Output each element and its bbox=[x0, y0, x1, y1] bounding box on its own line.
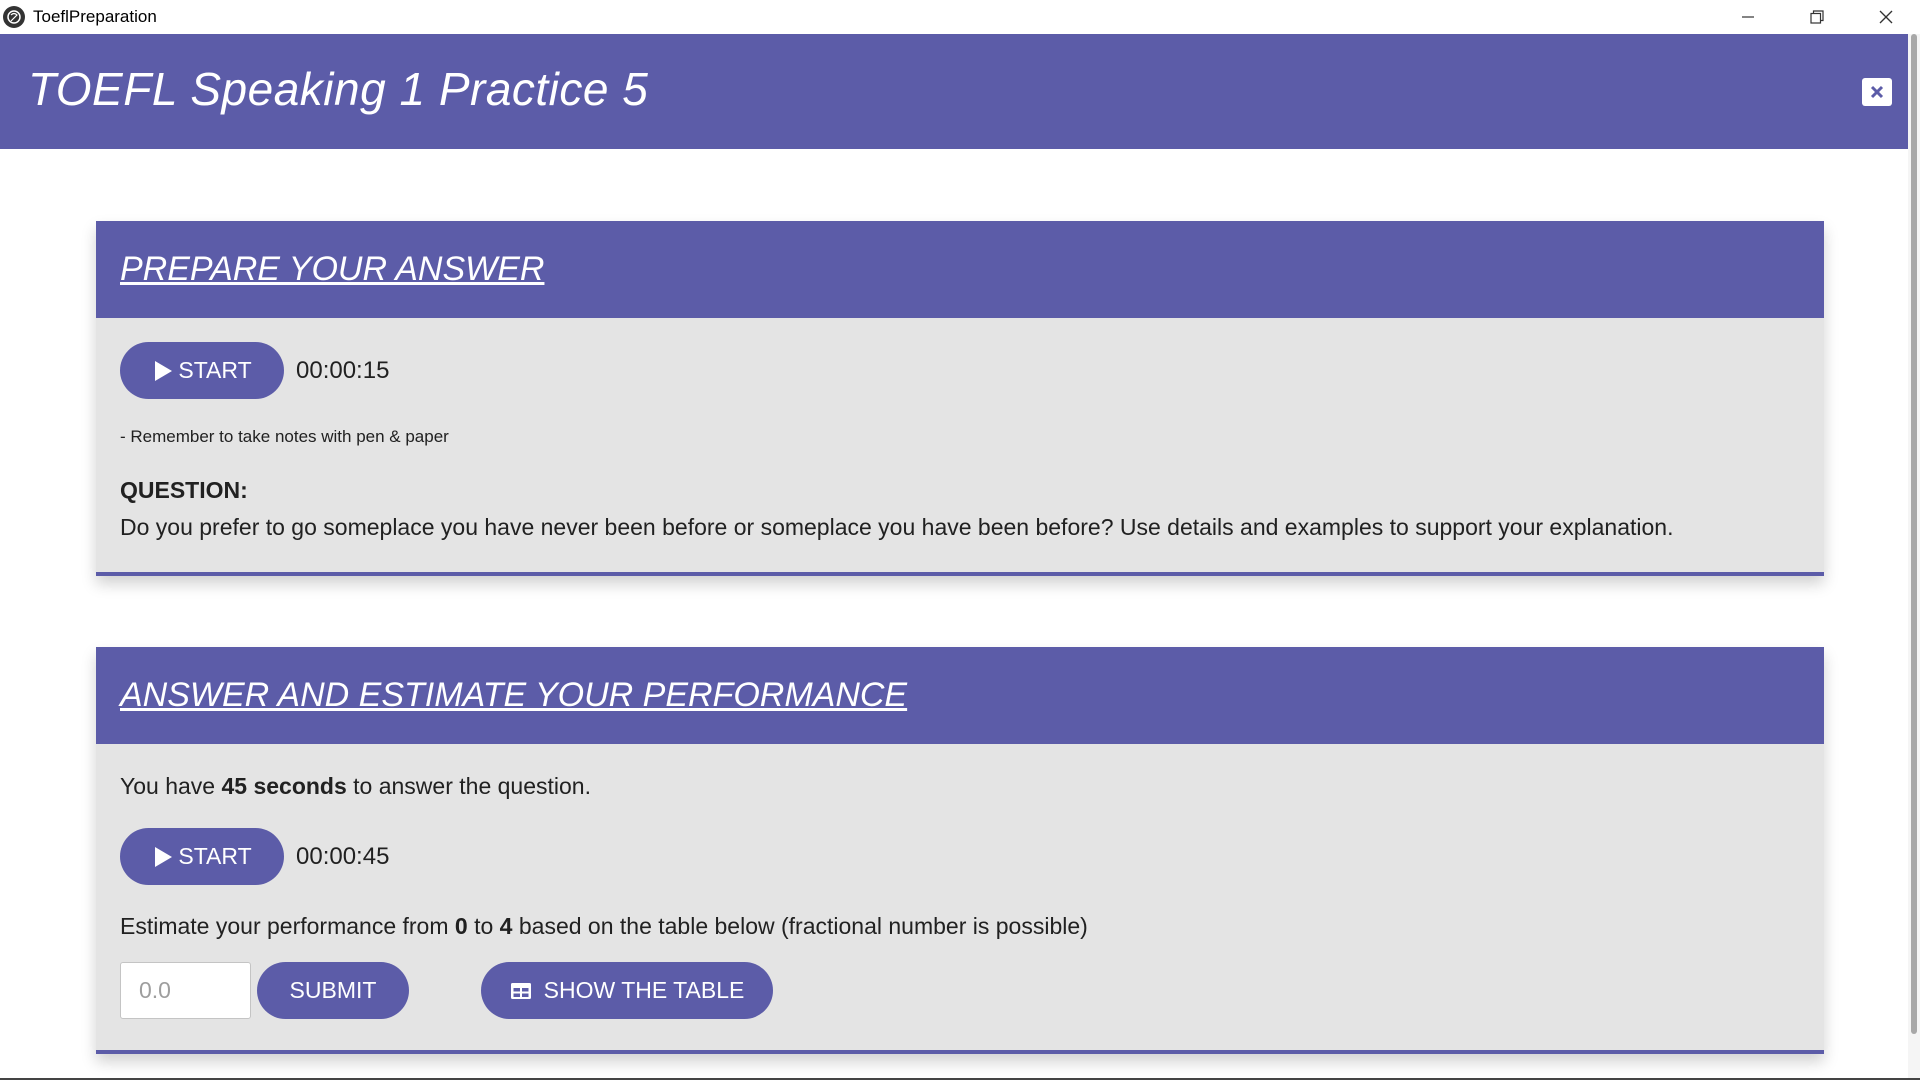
scrollbar-thumb[interactable] bbox=[1911, 34, 1917, 1034]
answer-time-suffix: to answer the question. bbox=[346, 773, 591, 799]
answer-time-prefix: You have bbox=[120, 773, 222, 799]
window-titlebar: ToeflPreparation bbox=[0, 0, 1920, 34]
answer-card: ANSWER AND ESTIMATE YOUR PERFORMANCE You… bbox=[96, 647, 1824, 1054]
page-title: TOEFL Speaking 1 Practice 5 bbox=[28, 63, 649, 115]
score-input[interactable] bbox=[120, 962, 251, 1019]
prepare-card-title: PREPARE YOUR ANSWER bbox=[120, 250, 545, 288]
app-logo-icon bbox=[3, 6, 25, 28]
answer-timer-row: START 00:00:45 bbox=[120, 828, 1800, 885]
submit-label: SUBMIT bbox=[289, 977, 377, 1003]
window-controls bbox=[1713, 0, 1920, 34]
question-label: QUESTION: bbox=[120, 477, 248, 503]
answer-card-body: You have 45 seconds to answer the questi… bbox=[96, 744, 1824, 1019]
restore-icon bbox=[1809, 10, 1824, 24]
minimize-icon bbox=[1741, 16, 1754, 18]
show-table-button[interactable]: SHOW THE TABLE bbox=[481, 962, 773, 1019]
close-icon bbox=[1879, 10, 1892, 24]
prepare-card-header: PREPARE YOUR ANSWER bbox=[96, 221, 1824, 318]
prepare-start-button[interactable]: START bbox=[120, 342, 284, 399]
answer-timer: 00:00:45 bbox=[296, 842, 390, 870]
prepare-card: PREPARE YOUR ANSWER START 00:00:15 - Rem… bbox=[96, 221, 1824, 576]
answer-time-bold: 45 seconds bbox=[221, 773, 347, 799]
estimate-prefix: Estimate your performance from bbox=[120, 913, 455, 939]
score-row: SUBMIT SHOW THE TABLE bbox=[120, 962, 1800, 1019]
notes-reminder: - Remember to take notes with pen & pape… bbox=[120, 427, 449, 446]
vertical-scrollbar[interactable] bbox=[1908, 34, 1920, 1080]
play-icon bbox=[155, 846, 173, 867]
prepare-card-body: START 00:00:15 - Remember to take notes … bbox=[96, 318, 1824, 542]
estimate-max: 4 bbox=[499, 913, 513, 939]
prepare-start-label: START bbox=[178, 357, 252, 383]
estimate-instructions: Estimate your performance from 0 to 4 ba… bbox=[120, 911, 1800, 941]
answer-start-label: START bbox=[178, 843, 252, 869]
close-box-icon bbox=[1870, 85, 1884, 99]
app-header: TOEFL Speaking 1 Practice 5 bbox=[0, 34, 1908, 149]
estimate-suffix: based on the table below (fractional num… bbox=[512, 913, 1088, 939]
question-text: Do you prefer to go someplace you have n… bbox=[120, 514, 1674, 540]
answer-card-title: ANSWER AND ESTIMATE YOUR PERFORMANCE bbox=[120, 676, 908, 714]
prepare-timer-row: START 00:00:15 bbox=[120, 342, 1800, 399]
submit-button[interactable]: SUBMIT bbox=[257, 962, 409, 1019]
restore-button[interactable] bbox=[1782, 0, 1851, 34]
table-icon bbox=[510, 982, 531, 999]
answer-card-header: ANSWER AND ESTIMATE YOUR PERFORMANCE bbox=[96, 647, 1824, 744]
window-title: ToeflPreparation bbox=[33, 7, 157, 26]
answer-time-text: You have 45 seconds to answer the questi… bbox=[120, 771, 1800, 801]
show-table-label: SHOW THE TABLE bbox=[543, 977, 745, 1003]
minimize-button[interactable] bbox=[1713, 0, 1782, 34]
play-icon bbox=[155, 360, 173, 381]
estimate-mid: to bbox=[467, 913, 500, 939]
estimate-min: 0 bbox=[454, 913, 468, 939]
window-close-button[interactable] bbox=[1851, 0, 1920, 34]
close-practice-button[interactable] bbox=[1862, 78, 1892, 106]
prepare-timer: 00:00:15 bbox=[296, 356, 390, 384]
answer-start-button[interactable]: START bbox=[120, 828, 284, 885]
